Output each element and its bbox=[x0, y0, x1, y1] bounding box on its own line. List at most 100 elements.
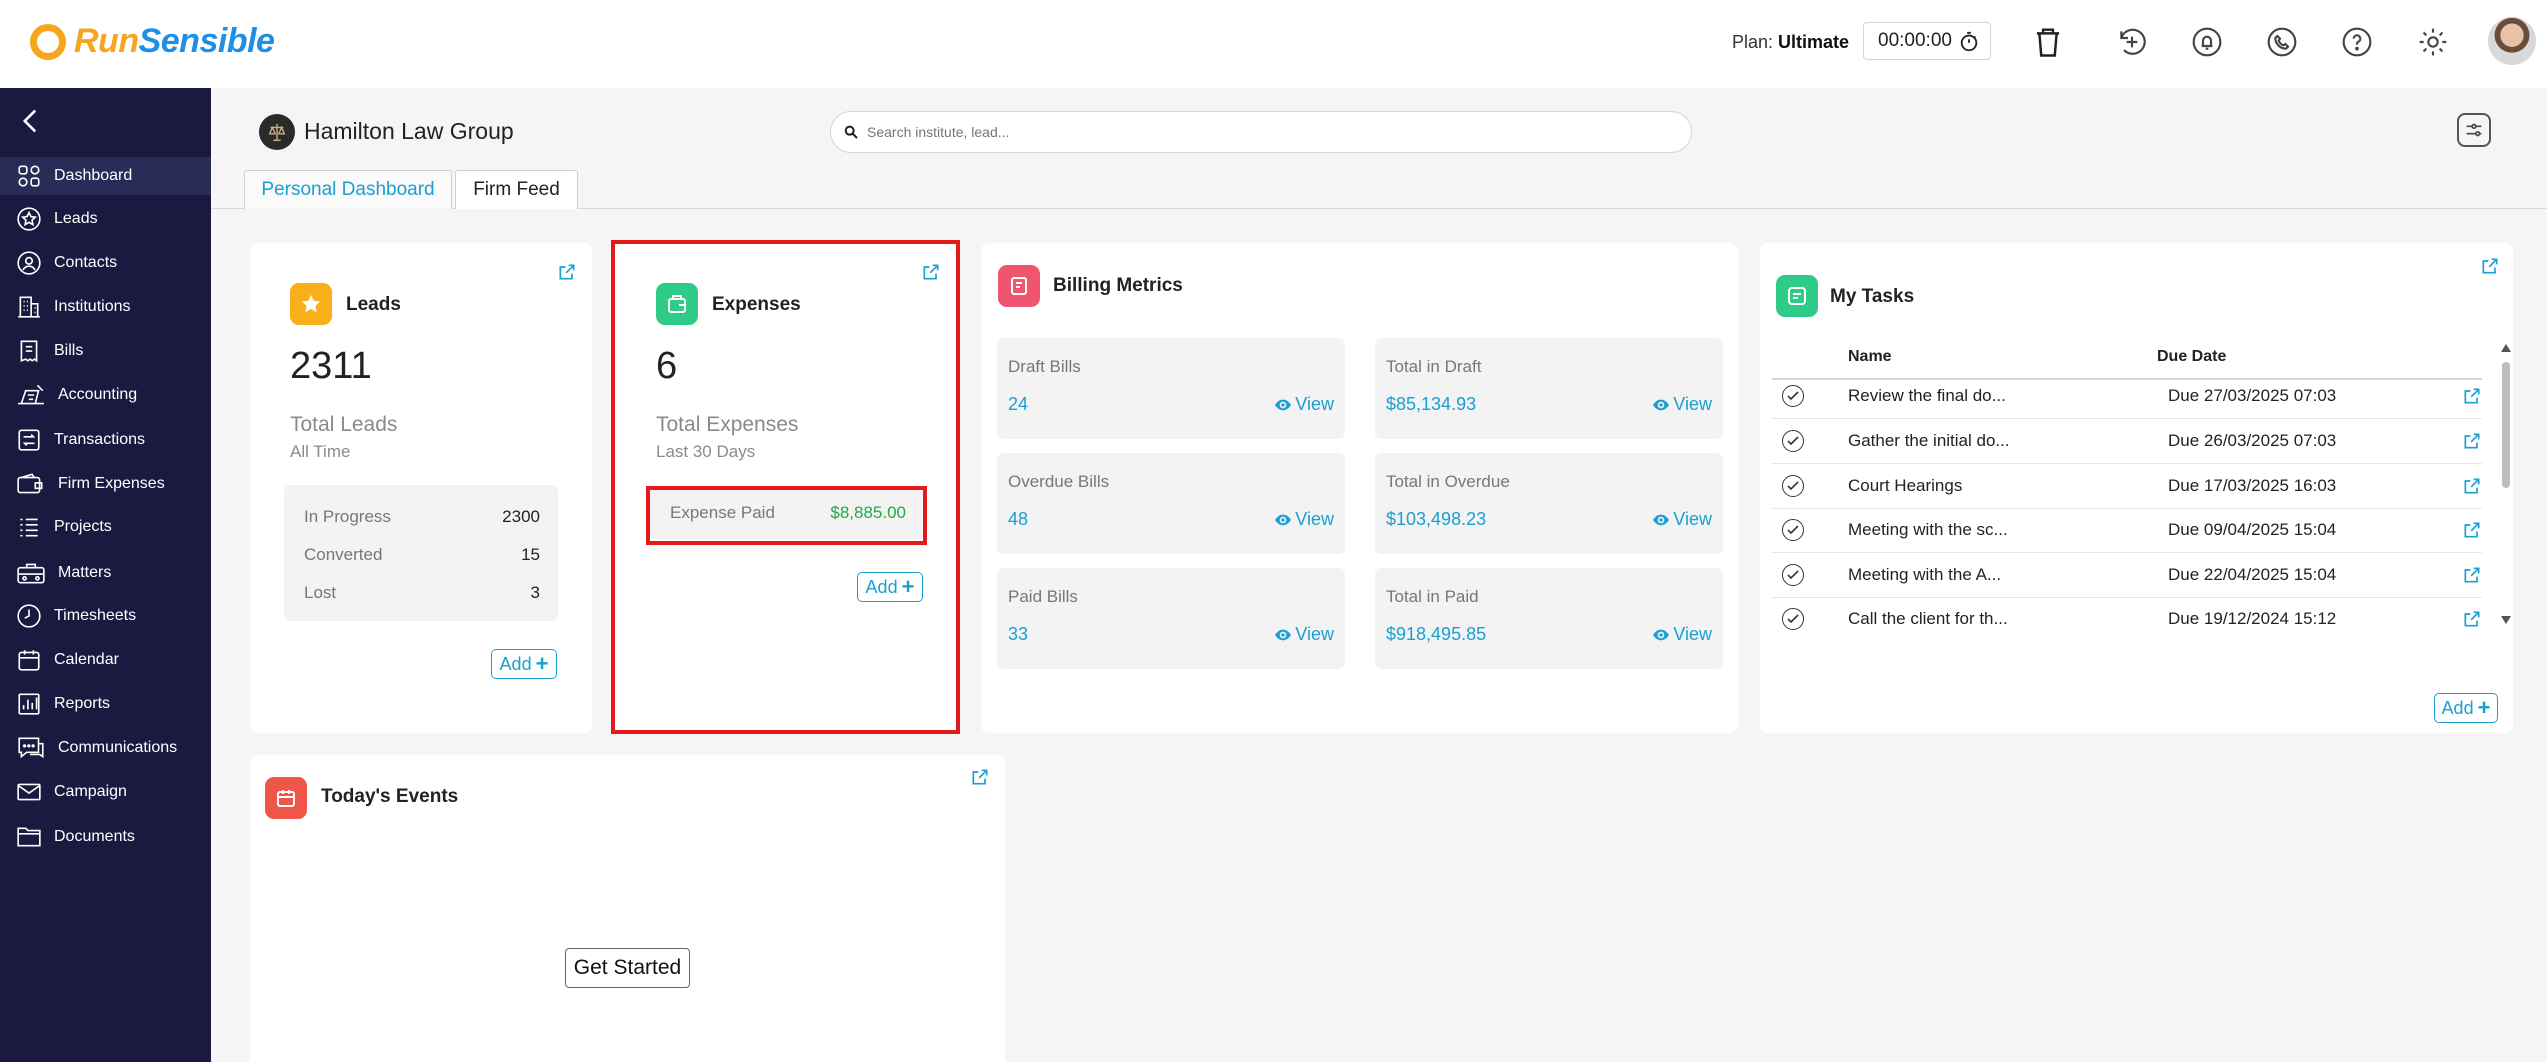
complete-task-icon[interactable] bbox=[1782, 385, 1804, 407]
person-icon bbox=[17, 251, 41, 275]
sidebar-item-label: Timesheets bbox=[54, 607, 137, 624]
scrollbar-thumb[interactable] bbox=[2502, 362, 2510, 488]
sidebar-item-firm-expenses[interactable]: Firm Expenses bbox=[0, 465, 211, 503]
trash-icon[interactable] bbox=[2028, 22, 2068, 62]
sidebar-item-dashboard[interactable]: Dashboard bbox=[0, 157, 211, 195]
sidebar-item-label: Leads bbox=[54, 210, 98, 227]
open-external-icon[interactable] bbox=[557, 262, 577, 282]
sidebar-item-calendar[interactable]: Calendar bbox=[0, 641, 211, 679]
chat-icon bbox=[18, 737, 44, 759]
sidebar-item-institutions[interactable]: Institutions bbox=[0, 288, 211, 326]
stopwatch-icon[interactable] bbox=[1958, 31, 1980, 53]
sidebar-item-transactions[interactable]: Transactions bbox=[0, 421, 211, 459]
phone-icon[interactable] bbox=[2262, 22, 2302, 62]
complete-task-icon[interactable] bbox=[1782, 519, 1804, 541]
briefcase-icon bbox=[17, 563, 45, 584]
eye-icon bbox=[1653, 514, 1670, 525]
open-external-icon[interactable] bbox=[970, 767, 990, 787]
dashboard-icon bbox=[18, 165, 40, 187]
timer-value: 00:00:00 bbox=[1878, 30, 1952, 51]
scroll-down-icon bbox=[2501, 616, 2511, 624]
clock-icon bbox=[17, 604, 41, 628]
complete-task-icon[interactable] bbox=[1782, 430, 1804, 452]
folder-icon bbox=[17, 827, 41, 847]
tab-firm-feed[interactable]: Firm Feed bbox=[455, 170, 578, 209]
sidebar-item-label: Accounting bbox=[58, 386, 138, 403]
search-bar[interactable] bbox=[830, 111, 1692, 153]
sidebar-item-documents[interactable]: Documents bbox=[0, 818, 211, 856]
reports-icon bbox=[18, 693, 40, 715]
add-lead-button[interactable]: Add + bbox=[491, 649, 557, 679]
todays-events-card: Today's Events bbox=[250, 755, 1005, 1062]
collapse-sidebar-icon[interactable] bbox=[22, 108, 38, 134]
tasks-icon bbox=[1776, 275, 1818, 317]
open-external-icon[interactable] bbox=[2462, 520, 2482, 540]
view-link[interactable]: View bbox=[1275, 509, 1334, 530]
help-icon[interactable] bbox=[2337, 22, 2377, 62]
open-external-icon[interactable] bbox=[2462, 476, 2482, 496]
leads-row-lost: Lost 3 bbox=[304, 583, 540, 602]
dashboard-settings-icon[interactable] bbox=[2457, 113, 2491, 147]
sidebar-item-contacts[interactable]: Contacts bbox=[0, 244, 211, 282]
metric-paid-bills: Paid Bills 33 View bbox=[997, 568, 1345, 669]
open-external-icon[interactable] bbox=[2462, 565, 2482, 585]
bell-icon[interactable] bbox=[2187, 22, 2227, 62]
calendar-icon bbox=[18, 650, 40, 671]
sidebar-item-label: Matters bbox=[58, 564, 112, 581]
tab-personal-dashboard[interactable]: Personal Dashboard bbox=[244, 170, 452, 209]
leads-period: All Time bbox=[290, 442, 351, 461]
sidebar-item-projects[interactable]: Projects bbox=[0, 508, 211, 546]
sidebar-item-communications[interactable]: Communications bbox=[0, 729, 211, 767]
open-external-icon[interactable] bbox=[2462, 431, 2482, 451]
add-task-button[interactable]: Add + bbox=[2434, 693, 2498, 723]
sidebar-item-matters[interactable]: Matters bbox=[0, 554, 211, 592]
sidebar-item-bills[interactable]: Bills bbox=[0, 332, 211, 370]
sidebar-item-label: Calendar bbox=[54, 651, 119, 668]
gear-icon[interactable] bbox=[2413, 22, 2453, 62]
complete-task-icon[interactable] bbox=[1782, 564, 1804, 586]
leads-row-converted: Converted 15 bbox=[304, 545, 540, 564]
sidebar-item-timesheets[interactable]: Timesheets bbox=[0, 597, 211, 635]
sidebar-item-label: Communications bbox=[58, 739, 178, 756]
logo-mark-icon bbox=[30, 23, 66, 60]
table-row[interactable]: Court Hearings Due 17/03/2025 16:03 bbox=[1772, 464, 2482, 509]
plan-label: Plan: bbox=[1732, 32, 1774, 52]
open-external-icon[interactable] bbox=[2462, 609, 2482, 629]
open-external-icon[interactable] bbox=[2462, 386, 2482, 406]
sidebar-item-accounting[interactable]: Accounting bbox=[0, 376, 211, 414]
view-link[interactable]: View bbox=[1653, 394, 1712, 415]
firm-name: Hamilton Law Group bbox=[304, 118, 514, 144]
sidebar-item-reports[interactable]: Reports bbox=[0, 685, 211, 723]
events-title: Today's Events bbox=[321, 786, 459, 807]
leads-row-in-progress: In Progress 2300 bbox=[304, 507, 540, 526]
eye-icon bbox=[1653, 629, 1670, 640]
sidebar-item-label: Transactions bbox=[54, 431, 145, 448]
search-icon bbox=[844, 125, 858, 139]
view-link[interactable]: View bbox=[1275, 394, 1334, 415]
table-row[interactable]: Review the final do... Due 27/03/2025 07… bbox=[1772, 374, 2482, 419]
col-name: Name bbox=[1848, 348, 1892, 365]
table-row[interactable]: Meeting with the A... Due 22/04/2025 15:… bbox=[1772, 553, 2482, 598]
avatar[interactable] bbox=[2488, 17, 2536, 65]
open-external-icon[interactable] bbox=[2480, 256, 2500, 276]
eye-icon bbox=[1275, 514, 1292, 525]
search-input[interactable] bbox=[867, 124, 1667, 140]
plus-icon: + bbox=[2477, 695, 2491, 720]
sidebar-item-label: Dashboard bbox=[54, 167, 133, 184]
table-row[interactable]: Gather the initial do... Due 26/03/2025 … bbox=[1772, 419, 2482, 464]
get-started-button[interactable]: Get Started bbox=[565, 948, 690, 988]
complete-task-icon[interactable] bbox=[1782, 475, 1804, 497]
timer-widget[interactable]: 00:00:00 bbox=[1863, 22, 1991, 60]
table-row[interactable]: Call the client for th... Due 19/12/2024… bbox=[1772, 597, 2482, 642]
eye-icon bbox=[1653, 399, 1670, 410]
view-link[interactable]: View bbox=[1275, 624, 1334, 645]
add-time-icon[interactable] bbox=[2112, 22, 2152, 62]
view-link[interactable]: View bbox=[1653, 624, 1712, 645]
sidebar-item-leads[interactable]: Leads bbox=[0, 200, 211, 238]
sidebar-item-campaign[interactable]: Campaign bbox=[0, 773, 211, 811]
complete-task-icon[interactable] bbox=[1782, 608, 1804, 630]
view-link[interactable]: View bbox=[1653, 509, 1712, 530]
table-row[interactable]: Meeting with the sc... Due 09/04/2025 15… bbox=[1772, 508, 2482, 553]
star-icon bbox=[17, 207, 41, 231]
runsensible-logo[interactable]: RunSensible bbox=[30, 22, 275, 61]
